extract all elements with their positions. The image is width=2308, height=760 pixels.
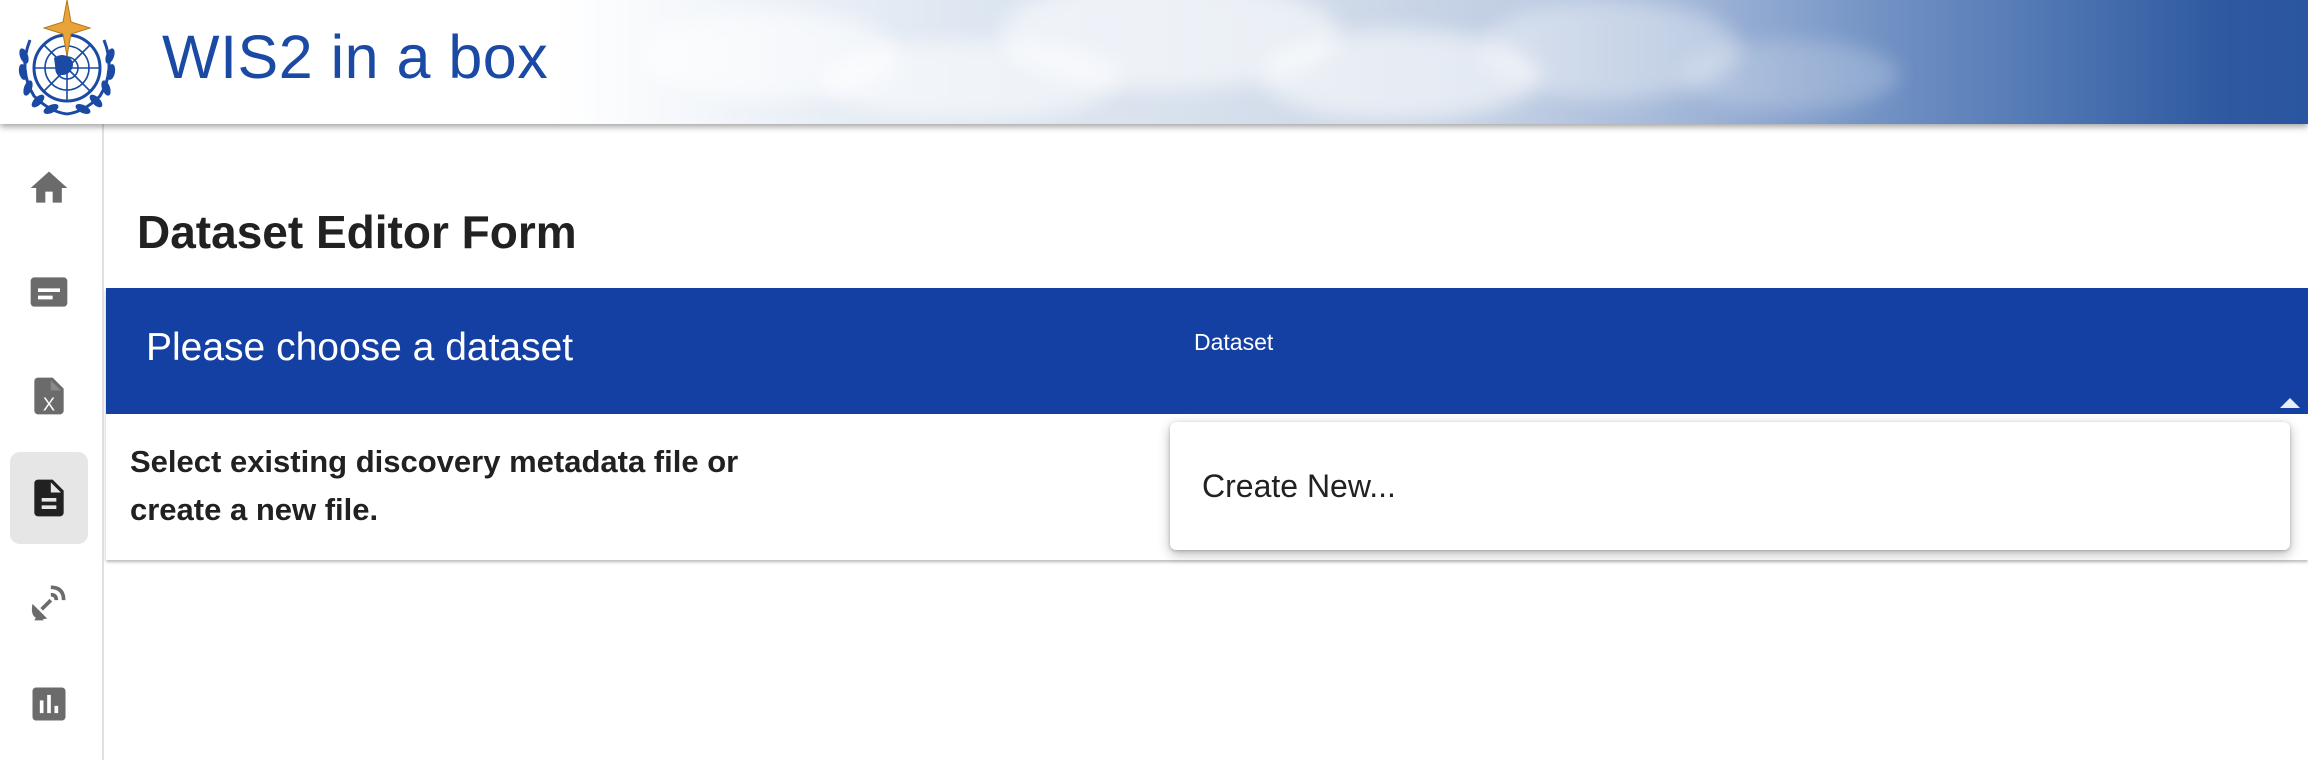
sidebar-item-dataset-editor[interactable] [10, 452, 88, 544]
sidebar-item-monitoring[interactable] [10, 658, 88, 750]
caret-up-icon[interactable] [2280, 398, 2300, 408]
app-header: WIS2 in a box [0, 0, 2308, 124]
sidebar-item-messages[interactable] [10, 246, 88, 338]
card-description: Select existing discovery metadata file … [130, 444, 739, 527]
sidebar-item-home[interactable] [10, 142, 88, 234]
sidebar-item-csv[interactable]: X [10, 350, 88, 442]
header-cloud [1680, 40, 1900, 110]
page-title: Dataset Editor Form [137, 206, 577, 258]
dataset-select-label: Dataset [1194, 329, 1274, 355]
app-title: WIS2 in a box [162, 23, 549, 91]
card-heading: Please choose a dataset [146, 326, 574, 369]
sidebar-item-stations[interactable] [10, 556, 88, 648]
file-x-icon: X [34, 377, 64, 415]
dropdown-option-create-new[interactable]: Create New... [1170, 422, 2290, 550]
document-icon [34, 479, 64, 517]
bar-chart-icon [32, 687, 66, 721]
satellite-dish-icon [31, 585, 66, 621]
sidebar: X [0, 124, 104, 760]
dataset-dropdown-menu: Create New... [1170, 422, 2290, 550]
svg-text:X: X [43, 394, 55, 415]
dataset-select[interactable] [1170, 302, 2308, 414]
message-card-icon [30, 277, 68, 307]
card-header: Please choose a dataset Dataset [106, 288, 2308, 414]
home-icon [30, 171, 68, 203]
wmo-logo-icon[interactable] [10, 0, 124, 118]
